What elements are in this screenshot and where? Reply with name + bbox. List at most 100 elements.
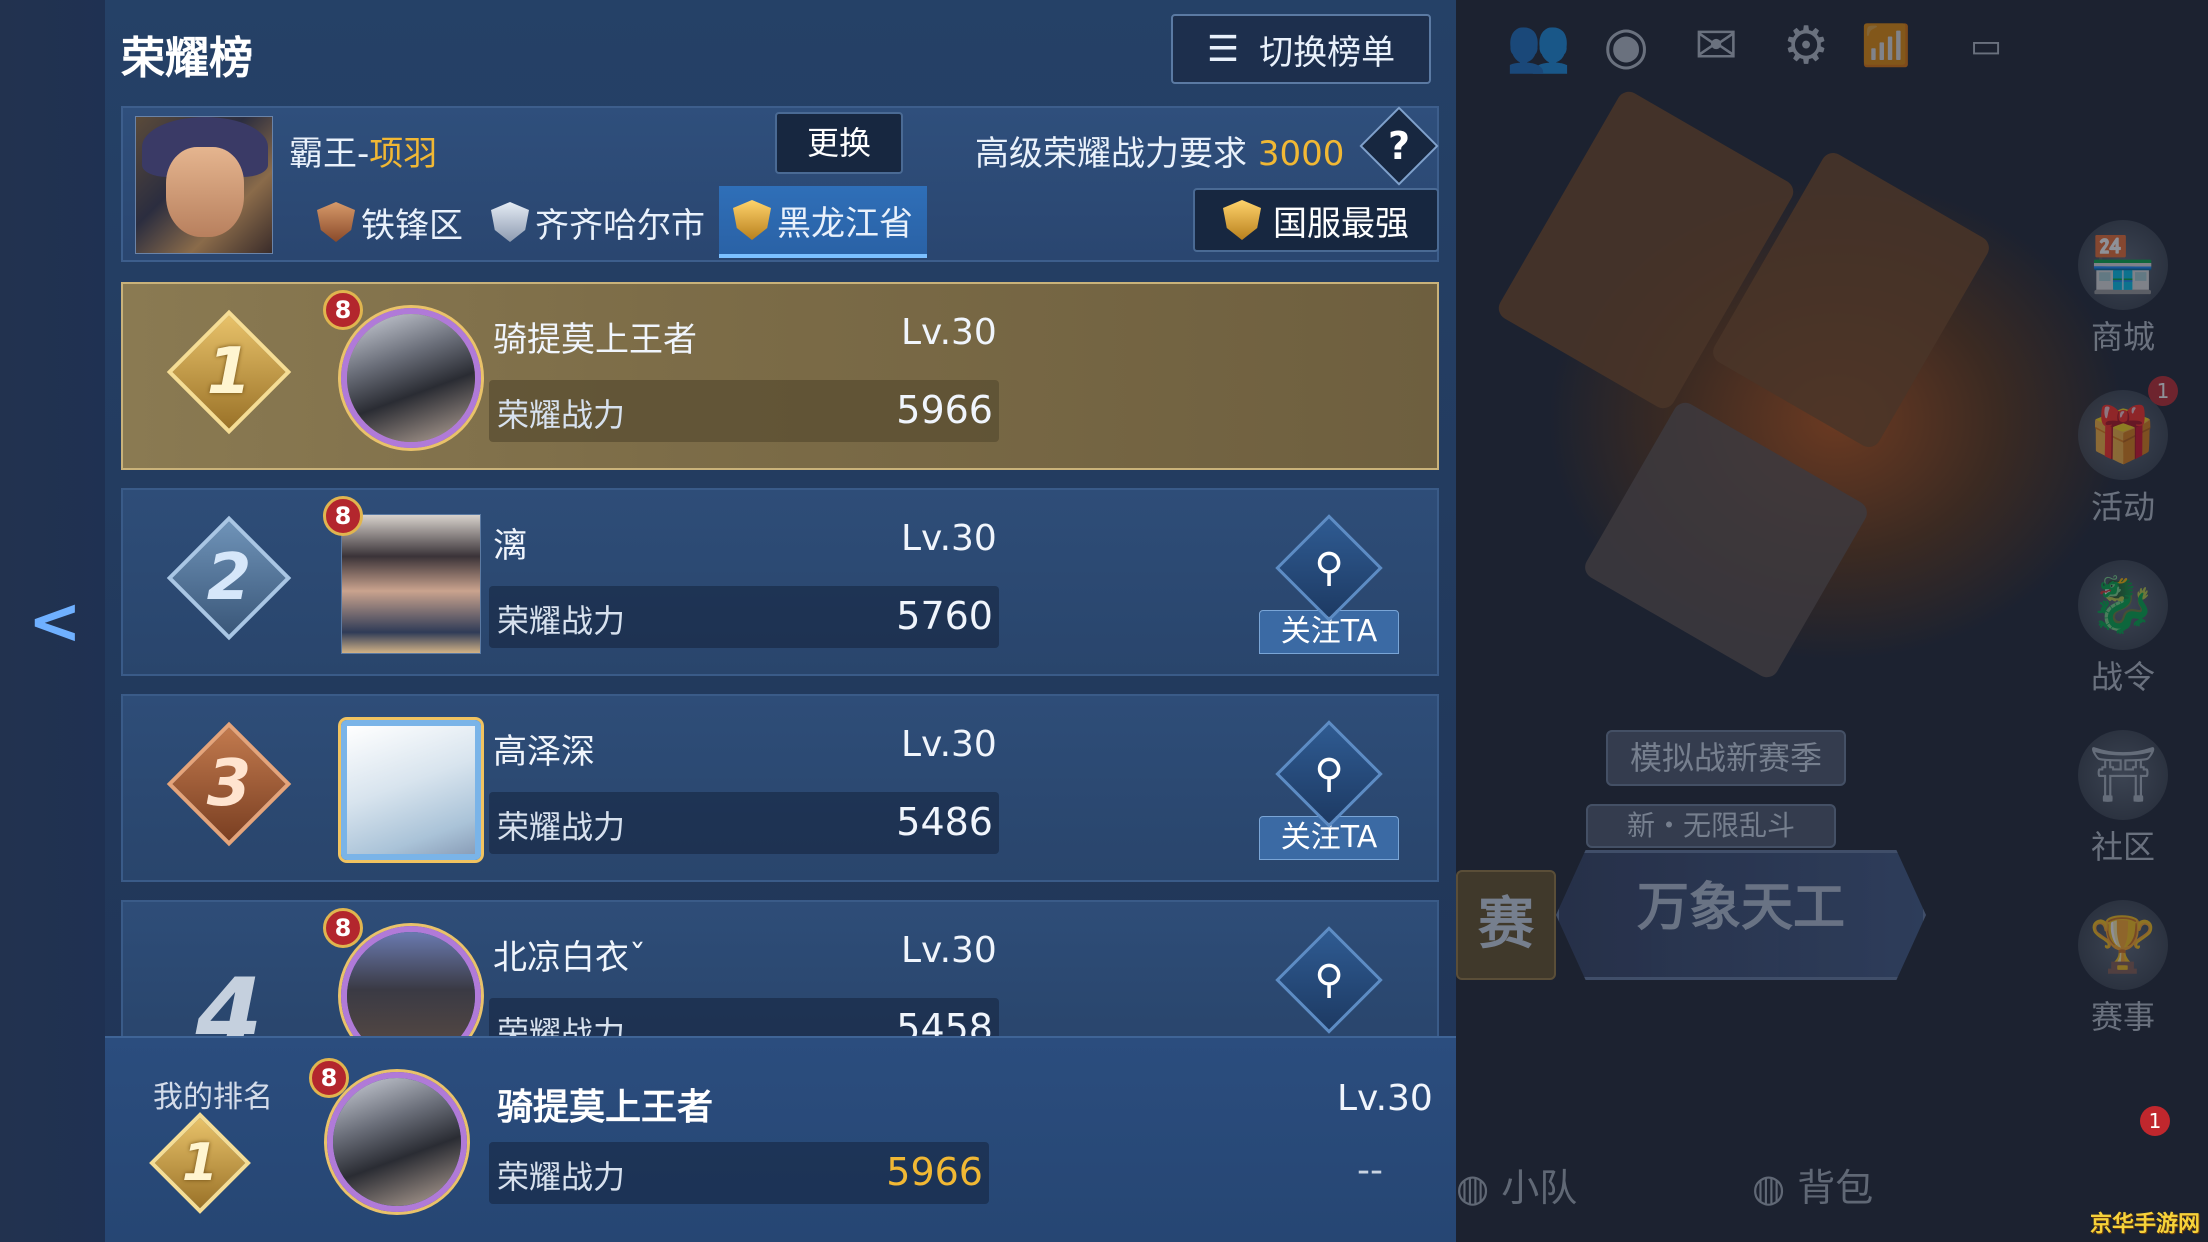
list-icon: ☰ [1206,28,1240,70]
bag-icon: ◍ [1752,1166,1798,1210]
side-menu-shop[interactable]: 🏪 商城 [2068,220,2178,358]
tab-province[interactable]: 黑龙江省 [719,186,927,258]
rank-row-1[interactable]: 1 8 骑提莫上王者 Lv.30 荣耀战力 5966 [121,282,1439,470]
bottom-bag-button[interactable]: ◍ 背包 [1752,1157,1873,1212]
left-strip: < [0,0,105,1242]
rank-number: 1 [181,1133,219,1193]
avatar-image [342,515,480,653]
bottom-team-button[interactable]: ◍ 小队 [1456,1157,1577,1212]
power-label: 荣耀战力 [497,808,626,846]
power-label: 荣耀战力 [497,396,626,434]
avatar[interactable] [341,308,481,448]
side-menu-label: 战令 [2090,658,2155,696]
shop-icon: 🏪 [2078,220,2168,310]
question-icon: ? [1387,124,1411,168]
player-level: Lv.30 [901,312,997,353]
tab-city[interactable]: 齐齐哈尔市 [477,186,719,258]
eye-icon[interactable]: ◉ [1596,18,1656,74]
national-best-button[interactable]: 国服最强 [1193,188,1439,252]
avatar[interactable] [341,514,481,654]
rank-badge-bronze: 3 [166,721,292,847]
rank-badge-gold: 1 [166,309,292,435]
hero-name: 霸王-项羽 [289,126,437,175]
player-name: 漓 [493,526,527,566]
follow-button[interactable]: ⚲ 关注TA [1259,514,1399,654]
tab-label: 黑龙江省 [777,203,913,244]
bronze-shield-icon [317,202,355,242]
my-player-name: 骑提莫上王者 [497,1087,714,1128]
requirement-label: 高级荣耀战力要求 [975,134,1258,174]
follow-button[interactable]: ⚲ 关注TA [1259,720,1399,860]
side-menu-label: 社区 [2090,828,2155,866]
star-level-badge: 8 [323,908,363,948]
hero-info-bar: 霸王-项羽 更换 高级荣耀战力要求 3000 ? 铁锋区 齐齐哈尔市 黑龙江省 … [121,106,1439,262]
player-level: Lv.30 [901,930,997,971]
rank-row-4[interactable]: 4 8 北凉白衣ˇ Lv.30 荣耀战力 5458 ⚲ [121,900,1439,1050]
bottom-bag-label: 背包 [1797,1166,1874,1210]
rank-number: 2 [206,541,252,615]
power-label: 荣耀战力 [497,602,626,640]
silver-shield-icon [491,202,529,242]
power-value: 5486 [896,800,993,844]
requirement-text: 高级荣耀战力要求 3000 [975,126,1344,175]
player-level: Lv.30 [901,518,997,559]
rank-badge-silver: 2 [166,515,292,641]
lobby-decor [1580,398,1872,682]
side-menu-community[interactable]: ⛩ 社区 [2068,730,2178,868]
my-rank-change: -- [1357,1150,1383,1191]
hero-title: 霸王- [289,134,370,174]
tab-label: 铁锋区 [361,205,463,246]
season-tag[interactable]: 模拟战新赛季 [1606,730,1846,786]
help-button[interactable]: ? [1359,106,1439,186]
avatar-image [333,1078,461,1206]
hero-face [166,147,244,237]
back-arrow-icon[interactable]: < [28,590,82,654]
crown-shield-icon [1223,200,1261,240]
avatar-image [347,314,475,442]
change-hero-button[interactable]: 更换 [775,112,903,174]
player-name: 骑提莫上王者 [493,320,697,360]
rank-row-2[interactable]: 2 8 漓 Lv.30 荣耀战力 5760 ⚲ 关注TA [121,488,1439,676]
side-menu-label: 活动 [2090,488,2155,526]
mail-icon[interactable]: ✉ [1686,18,1746,74]
gear-icon[interactable]: ⚙ [1776,18,1836,74]
power-value: 5966 [896,388,993,432]
left-mode-card[interactable]: 赛 [1456,870,1556,980]
lobby-background: 👥 ◉ ✉ ⚙ 📶 ▭ 🏪 商城 🎁 活动 1 🐉 战令 ⛩ 社区 🏆 赛事 模… [1456,0,2208,1242]
corner-badge: 1 [2140,1106,2170,1136]
team-icon: ◍ [1456,1166,1502,1210]
rank-row-3[interactable]: 3 高泽深 Lv.30 荣耀战力 5486 ⚲ 关注TA [121,694,1439,882]
rank-badge-plain: 4 [167,928,291,1048]
mode-card[interactable]: 万象天工 [1556,850,1926,980]
tab-district[interactable]: 铁锋区 [303,186,477,258]
leaderboard-panel: 荣耀榜 ☰ 切换榜单 霸王-项羽 更换 高级荣耀战力要求 3000 ? 铁锋区 … [105,0,1456,1242]
my-rank-badge: 1 [145,1108,255,1218]
switch-board-button[interactable]: ☰ 切换榜单 [1171,14,1431,84]
add-friend-icon: ⚲ [1275,926,1383,1034]
rank-number: 1 [206,335,252,409]
side-menu-events[interactable]: 🏆 赛事 [2068,900,2178,1038]
avatar[interactable] [341,926,481,1048]
side-menu-battlepass[interactable]: 🐉 战令 [2068,560,2178,698]
dragon-icon: 🐉 [2078,560,2168,650]
star-level-badge: 8 [309,1058,349,1098]
side-menu-activity[interactable]: 🎁 活动 1 [2068,376,2178,528]
gold-shield-icon [733,200,771,240]
friends-icon[interactable]: 👥 [1506,18,1571,74]
community-icon: ⛩ [2078,730,2168,820]
player-level: Lv.30 [901,724,997,765]
side-menu-label: 商城 [2090,318,2155,356]
national-best-label: 国服最强 [1273,203,1409,244]
mode-tag: 新・无限乱斗 [1586,804,1836,848]
notification-badge: 1 [2148,376,2178,406]
switch-board-label: 切换榜单 [1259,32,1396,73]
power-value: 5966 [886,1150,983,1194]
side-menu-label: 赛事 [2090,998,2155,1036]
follow-button[interactable]: ⚲ [1259,926,1399,1034]
bottom-team-label: 小队 [1501,1166,1578,1210]
region-tabs: 铁锋区 齐齐哈尔市 黑龙江省 [303,186,927,258]
battery-icon: ▭ [1969,26,2003,66]
wifi-icon: 📶 [1861,23,1911,69]
my-avatar[interactable] [327,1072,467,1212]
avatar[interactable] [341,720,481,860]
